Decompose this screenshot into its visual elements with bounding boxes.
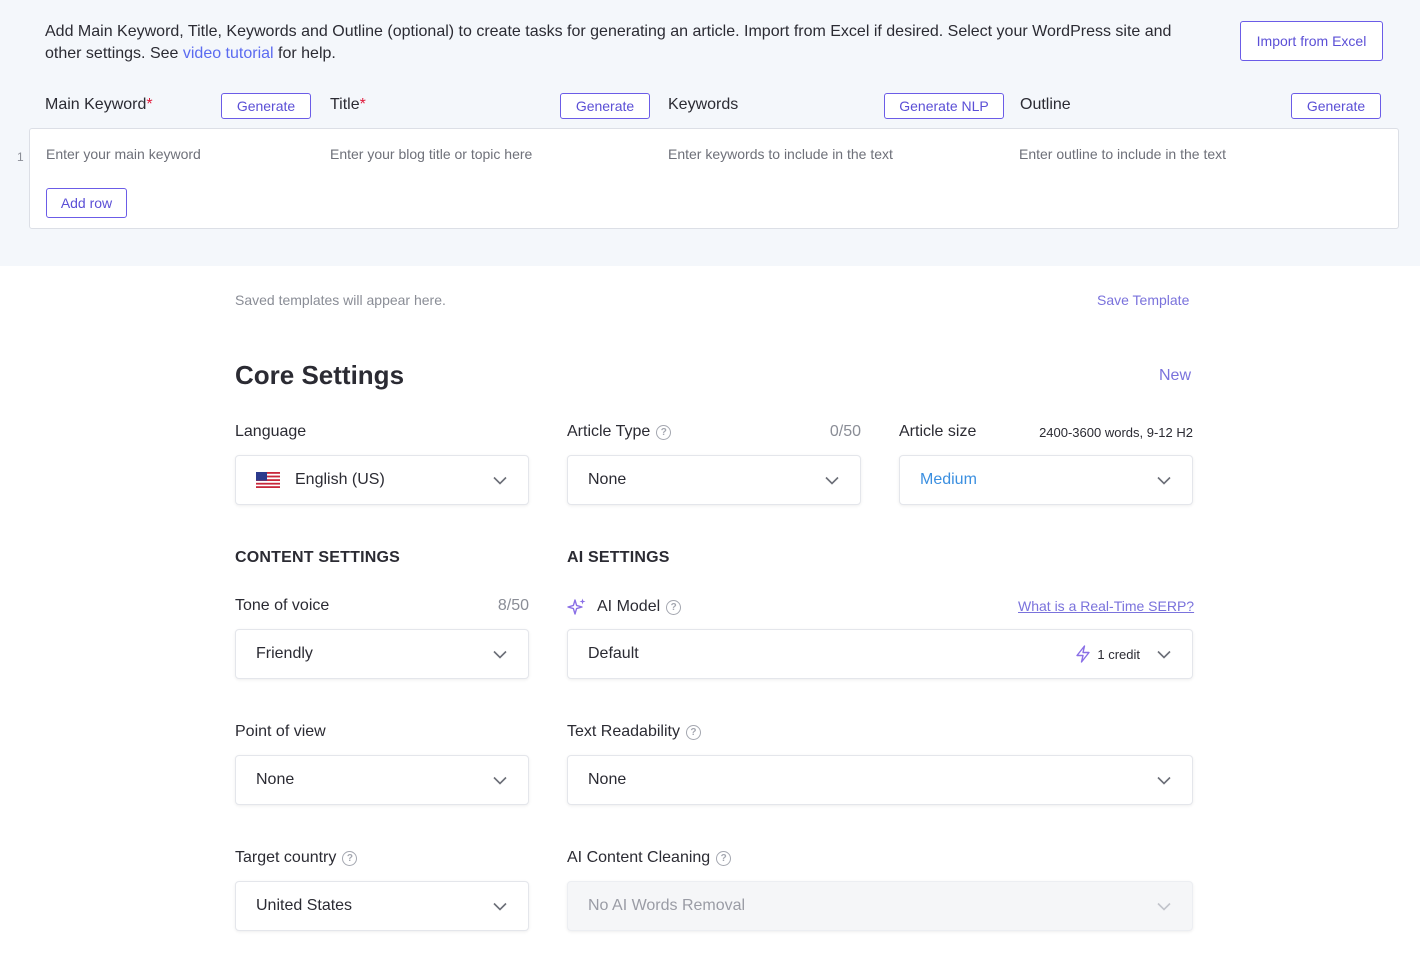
keywords-cell[interactable]: Enter keywords to include in the text [668, 146, 893, 162]
chevron-down-icon [1156, 646, 1172, 662]
chevron-down-icon [1156, 898, 1172, 914]
content-cleaning-label: AI Content Cleaning? [567, 849, 732, 867]
main-keyword-cell[interactable]: Enter your main keyword [46, 146, 201, 162]
help-icon[interactable]: ? [342, 850, 358, 866]
saved-templates-note: Saved templates will appear here. [235, 292, 446, 308]
language-value: English (US) [295, 471, 385, 488]
help-icon[interactable]: ? [716, 850, 732, 866]
generate-title-button[interactable]: Generate [560, 93, 650, 119]
ai-model-label: AI Model ? [567, 597, 682, 617]
article-type-counter: 0/50 [829, 423, 861, 440]
article-size-info: 2400-3600 words, 9-12 H2 [1039, 425, 1193, 440]
chevron-down-icon [1156, 472, 1172, 488]
generate-outline-button[interactable]: Generate [1291, 93, 1381, 119]
generate-main-keyword-button[interactable]: Generate [221, 93, 311, 119]
new-template-link[interactable]: New [1159, 367, 1191, 385]
row-number: 1 [17, 150, 24, 164]
ai-model-select[interactable]: Default 1 credit [567, 629, 1193, 679]
article-size-select[interactable]: Medium [899, 455, 1193, 505]
article-size-label: Article size [899, 423, 977, 440]
content-cleaning-label-text: AI Content Cleaning [567, 849, 711, 866]
language-label: Language [235, 423, 307, 440]
tone-counter: 8/50 [497, 597, 529, 614]
title-label-text: Title [330, 96, 360, 113]
required-marker: * [146, 96, 153, 113]
title-cell[interactable]: Enter your blog title or topic here [330, 146, 532, 162]
article-size-value: Medium [920, 471, 977, 488]
task-grid [29, 128, 1399, 229]
title-label: Title* [330, 96, 366, 114]
readability-select[interactable]: None [567, 755, 1193, 805]
target-country-label-text: Target country [235, 849, 337, 866]
point-of-view-label: Point of view [235, 723, 326, 740]
article-type-label: Article Type? [567, 423, 672, 441]
help-icon[interactable]: ? [656, 424, 672, 440]
readability-value: None [588, 771, 627, 788]
content-settings-heading: CONTENT SETTINGS [235, 549, 400, 566]
main-keyword-label: Main Keyword* [45, 96, 153, 114]
core-settings-title: Core Settings [235, 360, 405, 390]
readability-label: Text Readability? [567, 723, 701, 741]
import-from-excel-button[interactable]: Import from Excel [1240, 21, 1383, 61]
article-type-value: None [588, 471, 627, 488]
tone-select[interactable]: Friendly [235, 629, 529, 679]
content-cleaning-select[interactable]: No AI Words Removal [567, 881, 1193, 931]
outline-cell[interactable]: Enter outline to include in the text [1019, 146, 1226, 162]
keywords-label: Keywords [668, 96, 739, 113]
add-row-button[interactable]: Add row [46, 188, 127, 218]
ai-model-label-text: AI Model [597, 598, 661, 615]
video-tutorial-link[interactable]: video tutorial [183, 45, 274, 62]
target-country-label: Target country? [235, 849, 358, 867]
tone-value: Friendly [256, 645, 313, 662]
chevron-down-icon [492, 472, 508, 488]
readability-label-text: Text Readability [567, 723, 680, 740]
point-of-view-value: None [256, 771, 295, 788]
credit-text: 1 credit [1097, 646, 1140, 662]
target-country-value: United States [256, 897, 353, 914]
outline-label: Outline [1020, 96, 1071, 113]
language-select[interactable]: English (US) [235, 455, 529, 505]
lightning-icon [1076, 645, 1091, 663]
ai-settings-heading: AI SETTINGS [567, 549, 670, 566]
point-of-view-select[interactable]: None [235, 755, 529, 805]
chevron-down-icon [1156, 772, 1172, 788]
required-marker: * [359, 96, 366, 113]
us-flag-icon [256, 472, 280, 488]
article-type-label-text: Article Type [567, 423, 651, 440]
tone-label: Tone of voice [235, 597, 330, 614]
intro-text-end: for help. [273, 45, 336, 62]
generate-nlp-button[interactable]: Generate NLP [884, 93, 1004, 119]
article-type-select[interactable]: None [567, 455, 861, 505]
chevron-down-icon [492, 898, 508, 914]
chevron-down-icon [492, 646, 508, 662]
credit-badge: 1 credit [1075, 645, 1140, 663]
intro-text: Add Main Keyword, Title, Keywords and Ou… [45, 21, 1185, 65]
chevron-down-icon [824, 472, 840, 488]
content-cleaning-value: No AI Words Removal [588, 897, 746, 914]
ai-model-value: Default [588, 645, 639, 662]
help-icon[interactable]: ? [685, 724, 701, 740]
help-icon[interactable]: ? [666, 599, 682, 615]
chevron-down-icon [492, 772, 508, 788]
main-keyword-label-text: Main Keyword [45, 96, 147, 113]
save-template-link[interactable]: Save Template [1097, 292, 1189, 308]
target-country-select[interactable]: United States [235, 881, 529, 931]
sparkle-icon [567, 598, 586, 615]
real-time-serp-link[interactable]: What is a Real-Time SERP? [1018, 598, 1194, 614]
